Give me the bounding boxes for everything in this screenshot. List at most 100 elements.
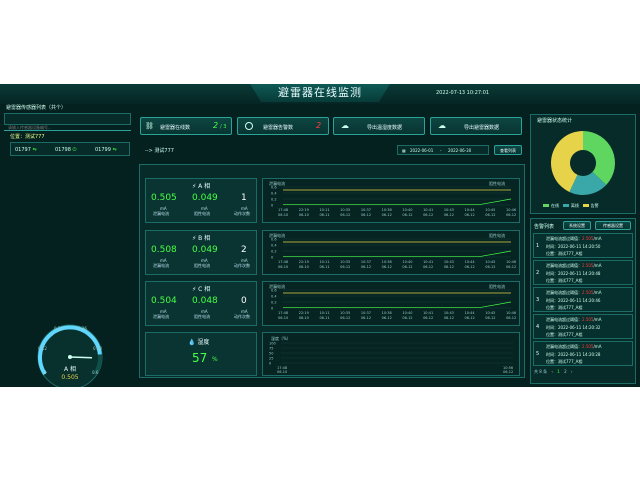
app-window: 避雷器在线监测 2022-07-13 10:27:01 避雷器传感器列表（共个）… — [0, 84, 640, 387]
x-tick-label: 06-12 — [465, 213, 475, 217]
x-tick-label: 10:35 — [340, 311, 350, 315]
x-tick-label: 06-12 — [506, 316, 516, 320]
export-arrester-button[interactable]: ☁ 导出避雷器数据 — [430, 117, 522, 135]
y-tick-label: 0.2 — [271, 301, 277, 305]
page-1-button[interactable]: 1 — [557, 369, 560, 374]
series-resist — [283, 250, 512, 258]
alarm-item[interactable]: 2 泄漏电流超过阈值：2.505/mA 时间：2022-06-11 14:20:48… — [533, 260, 633, 285]
x-tick-label: 06-12 — [444, 265, 454, 269]
alarm-index: 3 — [536, 297, 540, 303]
page-2-button[interactable]: 2 — [564, 369, 567, 374]
x-tick-label: 06-12 — [361, 316, 371, 320]
device-item[interactable]: 01797 ⇋ — [15, 147, 37, 153]
y-tick-label: 25 — [269, 357, 273, 361]
x-tick-label: 06-12 — [423, 265, 433, 269]
x-tick-label: 10:35 — [340, 208, 350, 212]
device-item[interactable]: 01798 ⏻ — [55, 147, 76, 153]
x-tick-label: 06-10 — [299, 213, 309, 217]
lightning-icon: ⚡ — [192, 183, 197, 190]
prev-page-button[interactable]: ‹ — [551, 369, 553, 374]
action-count-value: 1 — [241, 193, 247, 203]
y-tick-label: 0.4 — [271, 192, 277, 196]
export-temp-button[interactable]: ☁ 导出温湿度数据 — [333, 117, 425, 135]
alarm-index: 2 — [536, 270, 540, 276]
tab-sensor-settings[interactable]: 传感器设置 — [595, 221, 631, 230]
phase-card-b: ⚡ B 相 0.508 0.049 2 mA mA mA 泄漏电流 阻性电流 动… — [145, 230, 257, 275]
view-list-button[interactable]: 查看列表 — [494, 145, 522, 155]
series-resist — [283, 198, 512, 206]
alarm-item[interactable]: 5 泄漏电流超过阈值：2.505/mA 时间：2022-06-11 14:20:28… — [533, 341, 633, 366]
alarm-item[interactable]: 1 泄漏电流超过阈值：2.505/mA 时间：2022-06-11 14:20:50… — [533, 233, 633, 258]
device-item[interactable]: 01799 ⇋ — [95, 147, 117, 153]
alarm-index: 5 — [536, 351, 540, 357]
signal-icon: ⇋ — [32, 147, 37, 153]
legend-right: 阻性电流 — [489, 283, 505, 289]
x-tick-label: 06-12 — [402, 213, 412, 217]
x-tick-label: 06-11 — [319, 316, 329, 320]
search-box[interactable] — [4, 113, 131, 133]
alarm-location: 位置：测试777_A相 — [546, 251, 583, 256]
x-tick-label: 22:19 — [299, 208, 309, 212]
x-tick-label: 10:44 — [465, 311, 476, 315]
y-tick-label: 75 — [269, 347, 273, 351]
x-tick-label: 06-12 — [423, 316, 433, 320]
alarm-count: 2 — [316, 121, 322, 130]
y-tick-label: 0 — [269, 362, 271, 366]
x-tick-label: 10:41 — [423, 208, 433, 212]
x-tick-label: 10:40 — [402, 260, 412, 264]
action-count-value: 2 — [241, 245, 247, 255]
droplet-icon: 💧 — [188, 339, 196, 346]
legend-right: 阻性电流 — [489, 180, 505, 186]
y-tick-label: 0.4 — [271, 295, 277, 299]
x-tick-label: 10:45 — [485, 260, 495, 264]
next-page-button[interactable]: › — [571, 369, 573, 374]
x-tick-label: 10:37 — [361, 208, 371, 212]
x-tick-label: 06-12 — [340, 316, 350, 320]
alarm-item[interactable]: 3 泄漏电流超过阈值：2.505/mA 时间：2022-06-11 14:20:46… — [533, 287, 633, 312]
x-tick-label: 06-12 — [503, 370, 513, 374]
date-range-picker[interactable]: ▦ 2022-06-01 - 2022-06-30 — [397, 145, 489, 155]
leak-current-value: 0.504 — [151, 296, 177, 306]
alarm-message: 泄漏电流超过阈值：2.505/mA — [546, 317, 602, 322]
alarm-location: 位置：测试777_A相 — [546, 359, 583, 364]
alarm-item[interactable]: 4 泄漏电流超过阈值：2.505/mA 时间：2022-06-11 14:20:32… — [533, 314, 633, 339]
alarm-time: 时间：2022-06-11 14:20:50 — [546, 244, 601, 249]
online-count-button[interactable]: ⛓ 避雷器在线数 2 / 3 — [140, 117, 232, 135]
x-tick-label: 06-12 — [485, 213, 495, 217]
x-tick-label: 10:41 — [423, 260, 433, 264]
status-pie — [551, 131, 615, 195]
calendar-icon: ▦ — [402, 148, 406, 153]
legend-item: 离线 — [562, 203, 579, 208]
phase-card-a: ⚡ A 相 0.505 0.049 1 mA mA mA 泄漏电流 阻性电流 动… — [145, 178, 257, 223]
signal-icon: ⇋ — [112, 147, 117, 153]
x-tick-label: 06-12 — [444, 213, 454, 217]
humidity-value: 57 — [192, 351, 208, 365]
link-icon: ⛓ — [145, 122, 154, 130]
gauge-tick: 0.6 — [92, 370, 99, 375]
breadcrumb: --> 测试777 — [145, 148, 174, 154]
phase-title: ⚡ B 相 — [192, 235, 211, 242]
alarm-count-button[interactable]: 避雷器告警数 2 — [237, 117, 329, 135]
page-title: 避雷器在线监测 — [250, 84, 390, 102]
x-tick-label: 06-12 — [382, 265, 392, 269]
alarm-time: 时间：2022-06-11 14:20:46 — [546, 298, 601, 303]
pie-title: 避雷器状态统计 — [537, 118, 573, 124]
legend-right: 阻性电流 — [489, 232, 505, 238]
resist-current-value: 0.048 — [192, 296, 218, 306]
x-tick-label: 17:48 — [278, 208, 288, 212]
series-resist — [283, 301, 512, 309]
tab-system-settings[interactable]: 系统设置 — [563, 221, 591, 230]
x-tick-label: 06-12 — [465, 316, 475, 320]
chart-phase-c: 泄漏电流 阻性电流 0.6 0.4 0.2 0 17:48 06-10 22:19 06-10 10… — [262, 281, 520, 326]
y-tick-label: 0.2 — [271, 198, 277, 202]
alarm-icon — [245, 122, 253, 130]
x-tick-label: 06-10 — [278, 213, 288, 217]
gauge-phase-label: A 相 — [63, 366, 76, 373]
chart-humidity: 湿度（%） 100 75 50 25 0 17:48 06-10 10:56 06-12 — [262, 332, 520, 376]
x-tick-label: 06-12 — [361, 213, 371, 217]
x-tick-label: 10:43 — [444, 208, 454, 212]
phase-card-c: ⚡ C 相 0.504 0.048 0 mA mA mA 泄漏电流 阻性电流 动… — [145, 281, 257, 326]
power-icon: ⏻ — [72, 147, 77, 153]
x-tick-label: 10:43 — [444, 311, 454, 315]
gauge-tick: 0.12 — [38, 346, 47, 351]
